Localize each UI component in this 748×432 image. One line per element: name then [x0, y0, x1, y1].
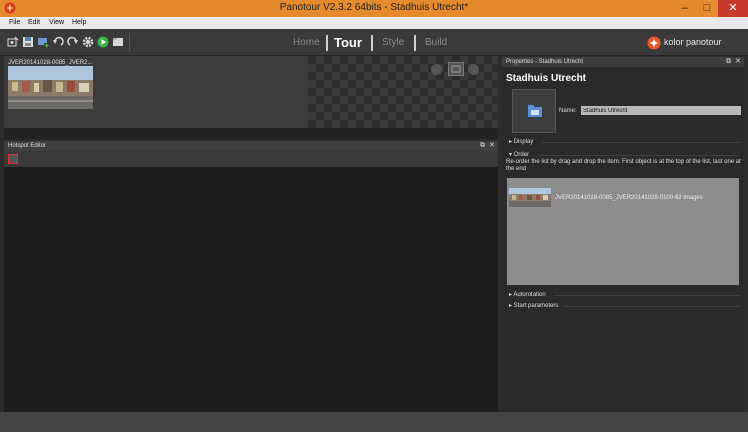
mode-separator [326, 35, 328, 51]
toolbar-separator [129, 33, 130, 52]
close-panel-icon[interactable]: ✕ [735, 57, 741, 67]
properties-title: Stadhuis Utrecht [506, 73, 587, 84]
section-divider [538, 155, 740, 156]
close-panel-icon[interactable]: ✕ [489, 141, 495, 151]
add-panorama-icon[interactable] [37, 36, 49, 48]
tour-folder-icon [528, 105, 542, 117]
minimize-button[interactable]: – [674, 0, 696, 17]
display-section-label: Display [513, 139, 534, 145]
add-hotspot-icon[interactable] [8, 154, 18, 164]
mode-separator [371, 35, 373, 51]
open-folder-icon[interactable] [112, 36, 124, 48]
brand-label: kolor panotour [664, 37, 722, 47]
settings-icon[interactable] [82, 36, 94, 48]
order-section-label: Order [513, 152, 530, 158]
autorotation-section-label: Autorotation [513, 292, 546, 298]
fullscreen-icon[interactable] [448, 62, 464, 76]
order-section-toggle[interactable]: ▾ Order [509, 151, 529, 158]
tour-icon-button[interactable] [512, 89, 556, 133]
mode-tab-tour[interactable]: Tour [334, 29, 362, 56]
undo-icon[interactable] [52, 36, 64, 48]
mode-tab-build[interactable]: Build [425, 29, 447, 56]
window-title: Panotour V2.3.2 64bits - Stadhuis Utrech… [279, 2, 469, 13]
panorama-preview[interactable] [308, 56, 498, 128]
float-panel-icon[interactable]: ⧉ [480, 141, 485, 151]
section-divider [564, 306, 740, 307]
order-item-label: JVER20141028-0085_JVER20141028-0100-62 i… [555, 195, 703, 201]
menu-file[interactable]: File [9, 17, 20, 29]
mode-tab-style[interactable]: Style [382, 29, 404, 56]
hotspot-editor-title: Hotspot Editor [8, 143, 47, 149]
redo-icon[interactable] [67, 36, 79, 48]
properties-header: Properties - Stadhuis Utrecht ⧉ ✕ [502, 57, 744, 67]
menu-bar: File Edit View Help [0, 17, 748, 29]
hotspot-editor-header: Hotspot Editor ⧉ ✕ [4, 141, 498, 151]
title-bar: Panotour V2.3.2 64bits - Stadhuis Utrech… [0, 0, 748, 17]
order-description: Re-order the list by drag and drop the i… [506, 159, 741, 172]
start-parameters-section-toggle[interactable]: ▸ Start parameters [509, 302, 558, 309]
menu-help[interactable]: Help [72, 17, 86, 29]
properties-panel: Stadhuis Utrecht Name: ▸ Display ▾ Order… [502, 67, 744, 412]
save-icon[interactable] [22, 36, 34, 48]
menu-edit[interactable]: Edit [28, 17, 40, 29]
float-panel-icon[interactable]: ⧉ [726, 57, 731, 67]
panorama-thumbnail[interactable] [8, 66, 93, 109]
hotspot-editor-canvas[interactable] [4, 167, 498, 412]
mode-separator [414, 35, 416, 51]
order-list: JVER20141028-0085_JVER20141028-0100-62 i… [507, 178, 739, 285]
preview-button-left[interactable] [431, 64, 442, 75]
autorotation-section-toggle[interactable]: ▸ Autorotation [509, 291, 546, 298]
new-project-icon[interactable] [7, 36, 19, 48]
order-item-thumbnail [509, 188, 551, 207]
close-button[interactable]: ✕ [718, 0, 748, 17]
maximize-button[interactable]: □ [696, 0, 718, 17]
name-field-label: Name: [559, 108, 577, 114]
properties-header-title: Properties - Stadhuis Utrecht [506, 59, 584, 65]
start-parameters-section-label: Start parameters [513, 303, 559, 309]
menu-view[interactable]: View [49, 17, 64, 29]
panorama-strip: JVER20141028-0085_JVER2... [4, 56, 308, 128]
tour-name-field[interactable] [581, 106, 741, 115]
panel-splitter[interactable] [4, 128, 498, 139]
main-toolbar: Home Tour Style Build kolor panotour [0, 29, 748, 56]
status-bar [0, 412, 748, 432]
hotspot-toolbar [4, 151, 498, 167]
mode-tab-home[interactable]: Home [293, 29, 320, 56]
section-divider [542, 142, 740, 143]
section-divider [554, 295, 740, 296]
display-section-toggle[interactable]: ▸ Display [509, 138, 533, 145]
preview-button-right[interactable] [468, 64, 479, 75]
build-play-icon[interactable] [97, 36, 109, 48]
kolor-logo-icon [647, 36, 661, 50]
